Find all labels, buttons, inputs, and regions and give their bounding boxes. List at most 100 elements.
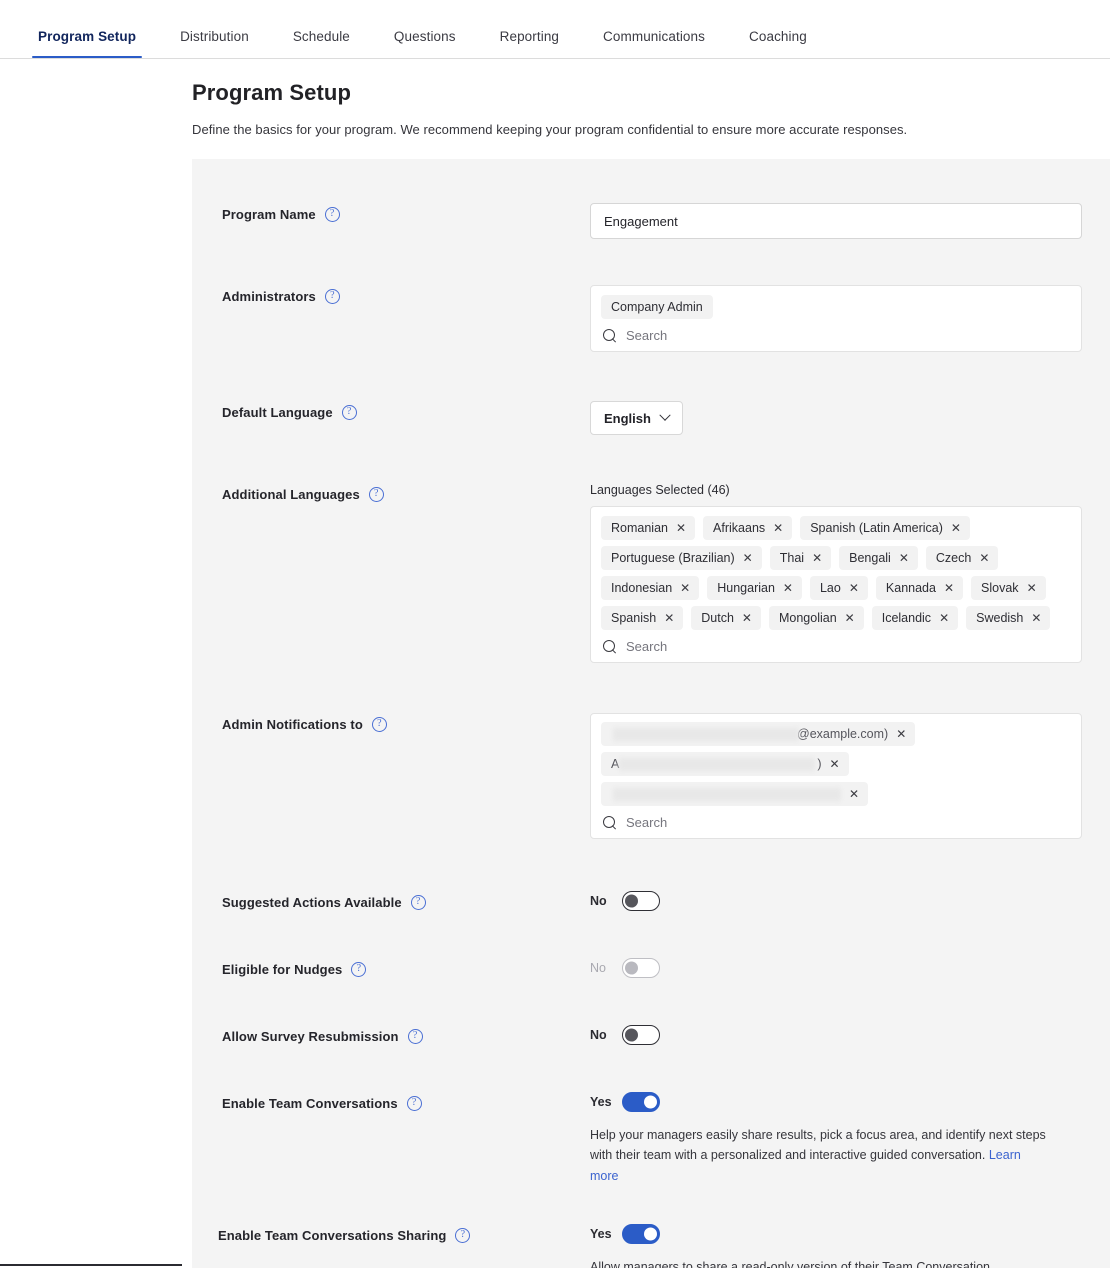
chip-label: Dutch	[701, 611, 734, 625]
help-icon[interactable]: ?	[324, 207, 340, 222]
search-icon	[603, 815, 617, 830]
admin-notifications-search[interactable]: Search	[601, 815, 1071, 830]
help-icon[interactable]: ?	[406, 1096, 422, 1111]
remove-icon[interactable]: ✕	[743, 552, 753, 564]
admin-notification-chip[interactable]: ✕	[601, 782, 869, 806]
field-label-wrap: Default Language ?	[222, 401, 590, 422]
remove-icon[interactable]: ✕	[1031, 612, 1041, 624]
admin-notification-chip[interactable]: @example.com) ✕	[601, 722, 916, 746]
remove-icon[interactable]: ✕	[680, 582, 690, 594]
admin-notification-chip-list: @example.com) ✕ A) ✕ ✕	[601, 722, 1071, 806]
redacted-recipient: @example.com)	[611, 727, 888, 741]
remove-icon[interactable]: ✕	[979, 552, 989, 564]
tab-questions[interactable]: Questions	[372, 29, 478, 58]
remove-icon[interactable]: ✕	[664, 612, 674, 624]
help-icon[interactable]: ?	[455, 1227, 471, 1243]
remove-icon[interactable]: ✕	[849, 582, 859, 594]
language-chip[interactable]: Dutch ✕	[691, 606, 761, 630]
program-setup-form-card: Program Name ? Engagement Administrators…	[192, 159, 1110, 1268]
language-chip[interactable]: Afrikaans ✕	[703, 516, 793, 540]
remove-icon[interactable]: ✕	[783, 582, 793, 594]
administrators-chip-list: Company Admin	[601, 295, 1071, 319]
allow-resubmission-toggle[interactable]	[622, 1025, 660, 1045]
remove-icon[interactable]: ✕	[1027, 582, 1037, 594]
administrators-label: Administrators ?	[222, 289, 340, 304]
admin-notifications-token-box[interactable]: @example.com) ✕ A) ✕ ✕ Search	[590, 713, 1082, 839]
remove-icon[interactable]: ✕	[939, 612, 949, 624]
language-chip[interactable]: Lao ✕	[809, 576, 868, 600]
language-chip[interactable]: Czech ✕	[925, 546, 999, 570]
remove-icon[interactable]: ✕	[896, 728, 906, 740]
eligible-nudges-toggle-row: No	[590, 958, 1082, 978]
tab-schedule[interactable]: Schedule	[271, 29, 372, 58]
help-icon[interactable]: ?	[368, 487, 384, 502]
remove-icon[interactable]: ✕	[944, 582, 954, 594]
remove-icon[interactable]: ✕	[845, 612, 855, 624]
remove-icon[interactable]: ✕	[742, 612, 752, 624]
language-chip[interactable]: Swedish ✕	[966, 606, 1051, 630]
chip-label: Romanian	[611, 521, 668, 535]
remove-icon[interactable]: ✕	[951, 522, 961, 534]
primary-tab-bar: Program Setup Distribution Schedule Ques…	[0, 0, 1110, 59]
team-conversations-toggle[interactable]	[622, 1092, 660, 1112]
help-icon[interactable]: ?	[324, 289, 340, 304]
language-chip[interactable]: Spanish (Latin America) ✕	[800, 516, 970, 540]
language-chip[interactable]: Thai ✕	[769, 546, 832, 570]
tab-program-setup[interactable]: Program Setup	[16, 29, 158, 58]
blur-overlay	[619, 758, 815, 771]
help-icon[interactable]: ?	[407, 1029, 423, 1044]
tab-distribution[interactable]: Distribution	[158, 29, 271, 58]
field-additional-languages: Additional Languages ? Languages Selecte…	[222, 435, 1082, 663]
language-chip[interactable]: Indonesian ✕	[601, 576, 700, 600]
field-control-wrap: Engagement	[590, 203, 1082, 239]
additional-languages-token-box[interactable]: Romanian ✕ Afrikaans ✕ Spanish (Latin Amer…	[590, 506, 1082, 663]
team-conversations-helper: Help your managers easily share results,…	[590, 1125, 1052, 1186]
label-text: Suggested Actions Available	[222, 895, 402, 910]
administrator-chip[interactable]: Company Admin	[601, 295, 713, 319]
remove-icon[interactable]: ✕	[812, 552, 822, 564]
language-chip[interactable]: Romanian ✕	[601, 516, 696, 540]
tab-label: Questions	[393, 29, 456, 44]
language-chip[interactable]: Slovak ✕	[971, 576, 1046, 600]
remove-icon[interactable]: ✕	[773, 522, 783, 534]
chip-label: Kannada	[885, 581, 936, 595]
tab-coaching[interactable]: Coaching	[727, 29, 829, 58]
field-label-wrap: Allow Survey Resubmission ?	[222, 1025, 590, 1046]
remove-icon[interactable]: ✕	[676, 522, 686, 534]
admin-notification-chip[interactable]: A) ✕	[601, 752, 849, 776]
remove-icon[interactable]: ✕	[849, 788, 859, 800]
language-chip[interactable]: Spanish ✕	[601, 606, 684, 630]
help-icon[interactable]: ?	[351, 962, 367, 977]
language-chip[interactable]: Hungarian ✕	[707, 576, 802, 600]
remove-icon[interactable]: ✕	[899, 552, 909, 564]
administrators-token-box[interactable]: Company Admin Search	[590, 285, 1082, 352]
field-allow-resubmission: Allow Survey Resubmission ? No	[222, 979, 1082, 1046]
eligible-nudges-label: Eligible for Nudges ?	[222, 962, 367, 977]
language-chip[interactable]: Portuguese (Brazilian) ✕	[601, 546, 762, 570]
field-control-wrap: Yes Allow managers to share a read-only …	[590, 1223, 1082, 1268]
tab-reporting[interactable]: Reporting	[478, 29, 581, 58]
program-name-input[interactable]: Engagement	[590, 203, 1082, 239]
language-chip[interactable]: Mongolian ✕	[768, 606, 864, 630]
label-text: Admin Notifications to	[222, 717, 363, 732]
language-chip[interactable]: Kannada ✕	[875, 576, 964, 600]
field-label-wrap: Additional Languages ?	[222, 483, 590, 504]
help-icon[interactable]: ?	[410, 895, 426, 910]
toggle-state-label: Yes	[590, 1095, 612, 1109]
language-chip[interactable]: Bengali ✕	[839, 546, 918, 570]
additional-languages-search[interactable]: Search	[601, 639, 1071, 654]
administrators-search[interactable]: Search	[601, 328, 1071, 343]
help-icon[interactable]: ?	[341, 405, 357, 420]
toggle-knob	[644, 1095, 657, 1109]
language-chip[interactable]: Icelandic ✕	[871, 606, 959, 630]
team-conversations-sharing-toggle[interactable]	[622, 1223, 660, 1244]
suggested-actions-toggle-row: No	[590, 891, 1082, 911]
default-language-select[interactable]: English	[590, 401, 683, 435]
remove-icon[interactable]: ✕	[830, 758, 840, 770]
help-icon[interactable]: ?	[371, 717, 387, 732]
redacted-recipient: A)	[611, 757, 822, 771]
suggested-actions-toggle[interactable]	[622, 891, 660, 911]
default-language-label: Default Language ?	[222, 405, 357, 420]
search-icon	[603, 328, 617, 343]
tab-communications[interactable]: Communications	[581, 29, 727, 58]
